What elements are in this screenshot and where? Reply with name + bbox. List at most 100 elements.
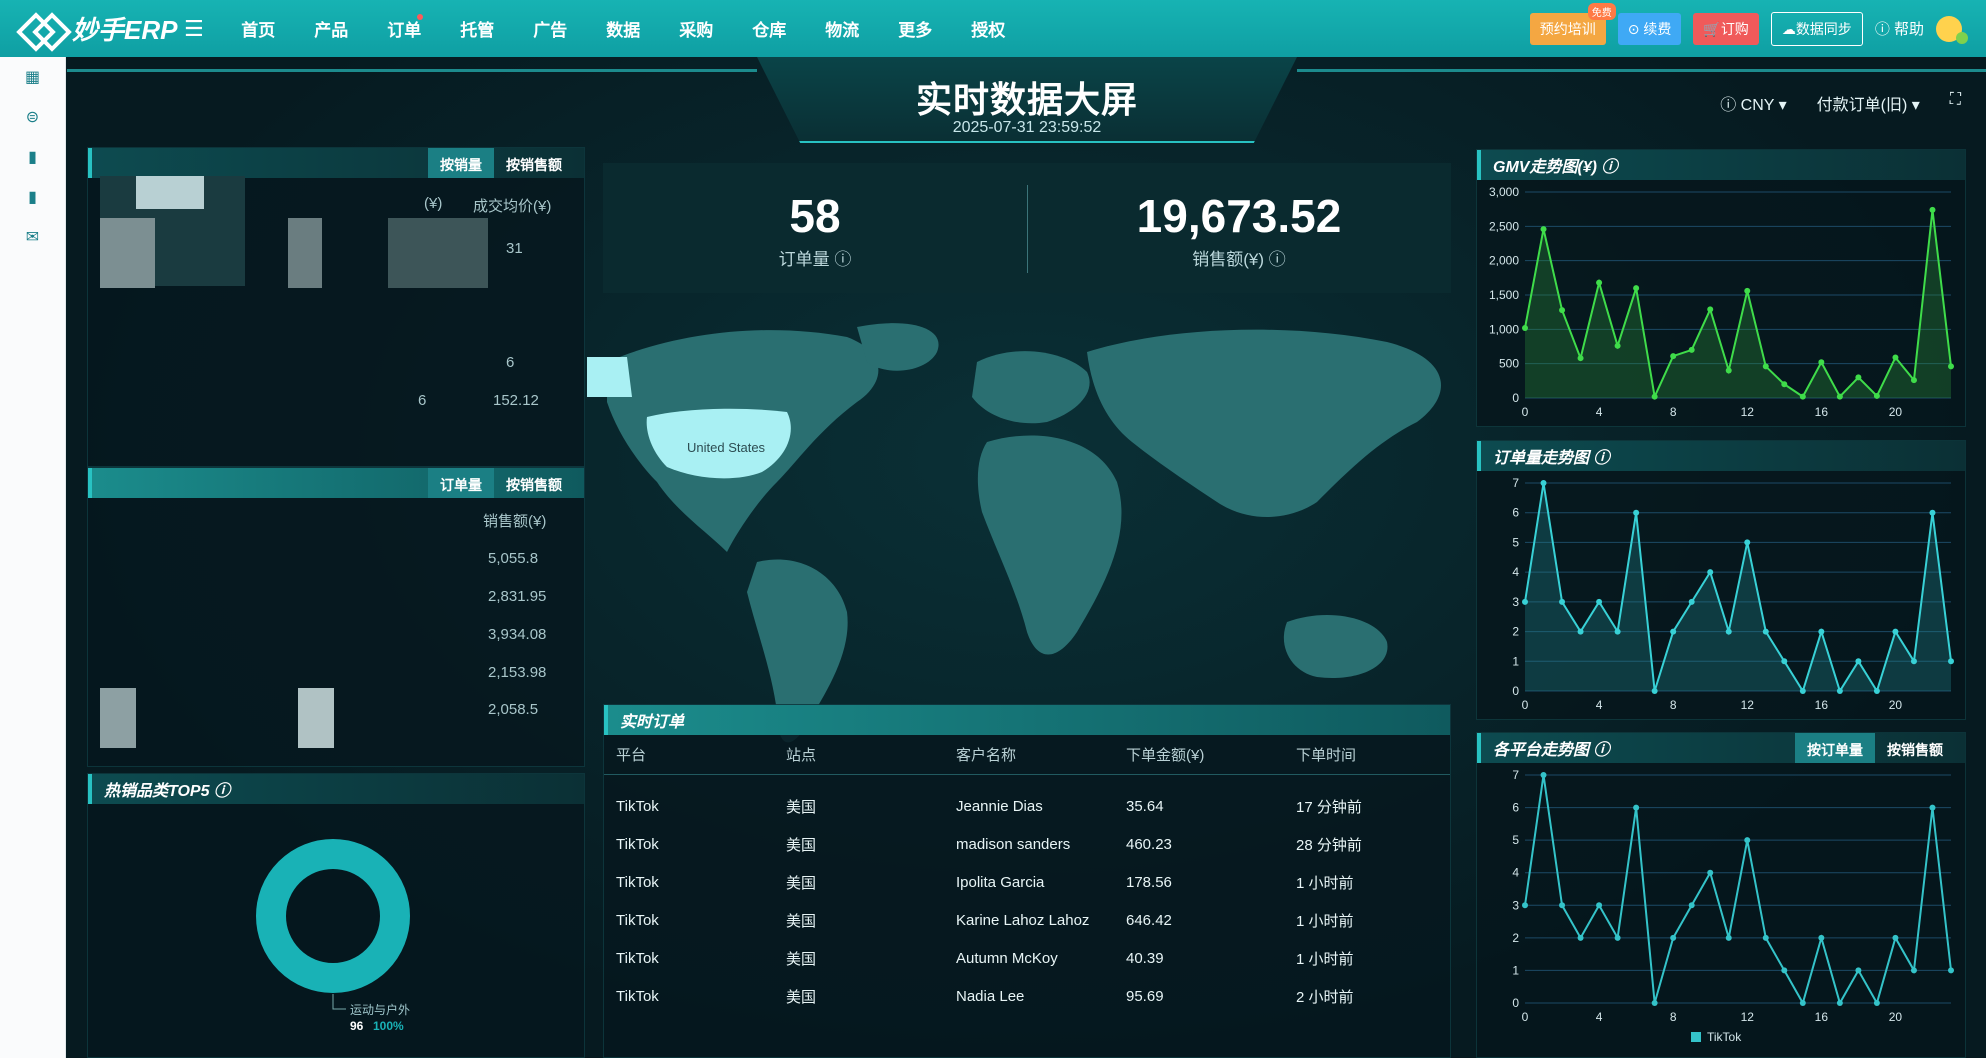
order-trend-title: 订单量走势图 (1493, 450, 1590, 467)
currency-icon[interactable]: ⊜ (24, 109, 42, 127)
left-rail: ▦ ⊜ ▮ ▮ ✉ (0, 57, 66, 1058)
kpi-sales-caption: 销售额(¥) ⓘ (1027, 245, 1451, 270)
rank-value-4: 152.12 (493, 392, 539, 409)
nav-item-warehouse[interactable]: 仓库 (733, 16, 806, 41)
data-point (1651, 393, 1658, 400)
table-row[interactable]: TikTok 美国 Ipolita Garcia 178.56 1 小时前 (604, 863, 1450, 901)
nav-item-products[interactable]: 产品 (295, 16, 368, 41)
data-point (1633, 804, 1640, 811)
order-trend-header: 订单量走势图 ⓘ (1477, 441, 1965, 471)
menu-icon[interactable]: ☰ (184, 16, 204, 42)
cell-customer: Karine Lahoz Lahoz (956, 911, 1090, 929)
book-training-button[interactable]: 预约培训 免费 (1529, 2, 1616, 45)
cell-time: 1 小时前 (1296, 950, 1354, 968)
currency-select[interactable]: ⓘ CNY ▾ (1720, 91, 1786, 115)
data-point (1873, 1000, 1880, 1006)
platform-trend-title: 各平台走势图 (1493, 742, 1590, 759)
cell-amount: 40.39 (1126, 949, 1164, 967)
donut-segment-pct: 100% (373, 1019, 404, 1033)
data-point (1688, 598, 1695, 605)
tab-by-volume[interactable]: 按销量 (428, 148, 494, 178)
tab-by-sales-2[interactable]: 按销售额 (494, 468, 574, 498)
cell-site: 美国 (786, 836, 817, 854)
store-value-2: 2,831.95 (488, 588, 547, 605)
data-point (1818, 934, 1825, 941)
y-tick-label: 1 (1512, 963, 1519, 977)
tab-by-orders[interactable]: 订单量 (428, 468, 494, 498)
renew-button[interactable]: ⊙ 续费 (1617, 12, 1682, 45)
nav-item-ads[interactable]: 广告 (514, 16, 587, 41)
nav-item-more[interactable]: 更多 (879, 16, 952, 41)
nav-item-hosting[interactable]: 托管 (441, 16, 514, 41)
donut-segment-count: 96 (350, 1019, 364, 1033)
data-point (1725, 934, 1732, 941)
store-value-5: 2,058.5 (488, 701, 539, 718)
x-tick-label: 20 (1889, 405, 1903, 419)
nav-item-logistics[interactable]: 物流 (806, 16, 879, 41)
tab-platform-orders[interactable]: 按订单量 (1795, 733, 1875, 763)
table-row[interactable]: TikTok 美国 Autumn McKoy 40.39 1 小时前 (604, 939, 1450, 977)
nav-item-purchase[interactable]: 采购 (660, 16, 733, 41)
x-tick-label: 4 (1596, 698, 1603, 712)
nav-item-authorize[interactable]: 授权 (952, 16, 1025, 41)
cell-site: 美国 (786, 988, 817, 1006)
data-point (1836, 688, 1843, 694)
y-tick-label: 3,000 (1489, 185, 1519, 199)
x-tick-label: 4 (1596, 405, 1603, 419)
calendar-icon[interactable]: ▦ (24, 69, 42, 87)
realtime-orders-panel: 实时订单 平台 站点 客户名称 下单金额(¥) 下单时间 TikTok 美国 J… (603, 704, 1451, 1058)
y-tick-label: 6 (1512, 801, 1519, 815)
x-tick-label: 4 (1596, 1010, 1603, 1024)
bar-chart-icon[interactable]: ▮ (24, 149, 42, 167)
store-value-4: 2,153.98 (488, 664, 547, 681)
store-value-1: 5,055.8 (488, 550, 539, 567)
hot-categories-title: 热销品类TOP5 (104, 783, 210, 800)
info-icon[interactable]: ⓘ (210, 777, 230, 801)
data-point (1596, 279, 1603, 286)
fullscreen-icon[interactable]: ⛶ (1950, 91, 1961, 115)
nav-item-orders-label: 订单 (387, 21, 422, 40)
nav-item-home[interactable]: 首页 (222, 16, 295, 41)
redacted-block (100, 218, 155, 288)
nav-item-data[interactable]: 数据 (587, 16, 660, 41)
info-icon[interactable]: ⓘ (1597, 153, 1617, 177)
nav-item-orders[interactable]: 订单 (368, 14, 441, 41)
y-tick-label: 1 (1512, 654, 1519, 668)
data-point (1559, 307, 1566, 314)
tab-platform-sales[interactable]: 按销售额 (1875, 733, 1955, 763)
x-tick-label: 0 (1522, 698, 1529, 712)
table-row[interactable]: TikTok 美国 Karine Lahoz Lahoz 646.42 1 小时… (604, 901, 1450, 939)
info-icon[interactable]: ⓘ (1589, 736, 1609, 760)
table-row[interactable]: TikTok 美国 Nadia Lee 95.69 2 小时前 (604, 977, 1450, 1015)
table-row[interactable]: TikTok 美国 Jeannie Dias 35.64 17 分钟前 (604, 787, 1450, 825)
y-tick-label: 7 (1512, 768, 1519, 782)
table-row[interactable]: TikTok 美国 madison sanders 460.23 28 分钟前 (604, 825, 1450, 863)
redacted-block (288, 218, 322, 288)
data-point (1614, 628, 1621, 635)
info-icon[interactable]: ⓘ (1264, 250, 1286, 269)
avatar[interactable] (1936, 15, 1968, 44)
bar-chart-alt-icon[interactable]: ▮ (24, 189, 42, 207)
tab-by-sales[interactable]: 按销售额 (494, 148, 574, 178)
data-point (1873, 392, 1880, 399)
y-tick-label: 4 (1512, 565, 1519, 579)
help-link[interactable]: ⓘ 帮助 (1875, 18, 1924, 39)
info-icon[interactable]: ⓘ (830, 250, 851, 269)
data-point (1855, 658, 1862, 665)
data-sync-button[interactable]: ☁数据同步 (1770, 11, 1863, 46)
y-tick-label: 3 (1512, 898, 1519, 912)
donut-segment[interactable] (256, 839, 410, 993)
cell-amount: 178.56 (1126, 873, 1172, 891)
order-button[interactable]: 🛒订购 (1693, 12, 1759, 45)
brand-logo[interactable]: 妙手ERP (0, 10, 180, 47)
data-point (1670, 934, 1677, 941)
header-line-right (1297, 69, 1986, 72)
mail-icon[interactable]: ✉ (24, 229, 42, 247)
rank-value-3: 6 (418, 392, 427, 409)
info-icon[interactable]: ⓘ (1589, 444, 1609, 468)
col-customer: 客户名称 (956, 747, 1017, 764)
y-tick-label: 5 (1512, 535, 1519, 549)
europe-shape (972, 351, 1090, 424)
col-amount: 下单金额(¥) (1126, 747, 1205, 764)
order-type-select[interactable]: 付款订单(旧) ▾ (1817, 91, 1920, 115)
